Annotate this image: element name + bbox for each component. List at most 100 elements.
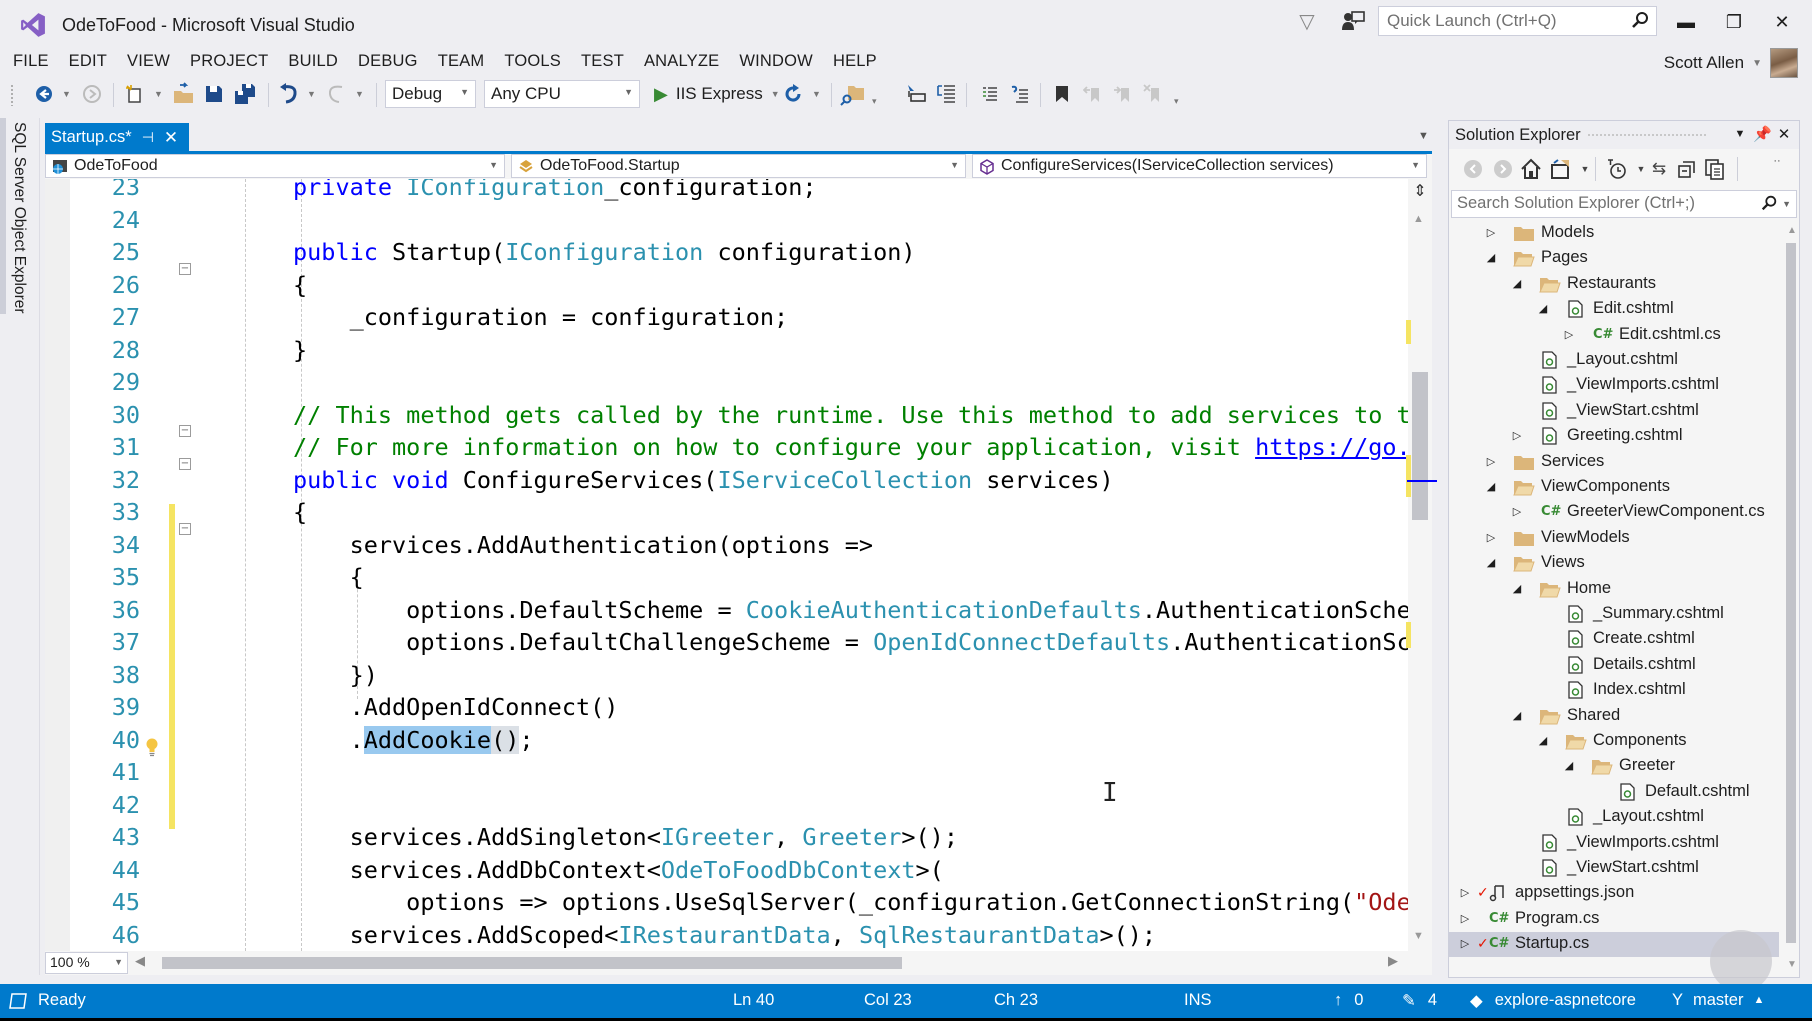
chevron-down-icon[interactable]: ▼ xyxy=(1573,157,1597,181)
toolbar-overflow-icon[interactable]: ▾ xyxy=(1174,88,1179,114)
code-token[interactable]: https://go. xyxy=(1255,433,1408,461)
solution-configuration-select[interactable]: Debug ▼ xyxy=(385,80,476,108)
expand-node-icon[interactable]: ▷ xyxy=(1511,429,1523,443)
save-icon[interactable] xyxy=(204,81,224,107)
code-line[interactable]: 31 // For more information on how to conf… xyxy=(45,431,1408,464)
code-line[interactable]: 27 _configuration = configuration; xyxy=(45,301,1408,334)
browser-refresh-icon[interactable] xyxy=(782,81,804,107)
tree-item[interactable]: ◢ Greeter xyxy=(1449,754,1779,779)
collapse-node-icon[interactable]: ◢ xyxy=(1485,251,1497,265)
window-position-dropdown-icon[interactable]: ▼ xyxy=(1731,128,1749,148)
tree-item[interactable]: ◢ Restaurants xyxy=(1449,272,1779,297)
chevron-down-icon[interactable]: ▼ xyxy=(307,81,316,107)
tree-item[interactable]: ◢ Components xyxy=(1449,729,1779,754)
expand-node-icon[interactable]: ▷ xyxy=(1485,455,1497,469)
lightbulb-icon[interactable] xyxy=(145,737,159,757)
zoom-level-select[interactable]: 100 % ▼ xyxy=(45,952,128,974)
collapse-region-icon[interactable]: − xyxy=(179,458,191,470)
code-line[interactable]: 43 services.AddSingleton<IGreeter, Greet… xyxy=(45,821,1408,854)
tree-item[interactable]: Default.cshtml xyxy=(1449,780,1779,805)
collapse-node-icon[interactable]: ◢ xyxy=(1537,302,1549,316)
feedback-icon[interactable] xyxy=(1340,10,1366,34)
minimize-button[interactable]: ▬ xyxy=(1668,8,1704,36)
code-line[interactable]: 39 .AddOpenIdConnect() xyxy=(45,691,1408,724)
bookmark-icon[interactable] xyxy=(1053,81,1071,107)
code-line[interactable]: 28} xyxy=(45,334,1408,367)
toolbar-overflow-icon[interactable]: ▾ xyxy=(872,88,877,114)
menu-project[interactable]: PROJECT xyxy=(180,52,278,71)
navigate-forward-icon[interactable] xyxy=(82,81,102,107)
code-line[interactable]: 45 options => options.UseSqlServer(_conf… xyxy=(45,886,1408,919)
chevron-down-icon[interactable]: ▼ xyxy=(1782,199,1791,209)
outline-icon[interactable] xyxy=(935,81,957,107)
toolbar-grip[interactable] xyxy=(10,84,14,106)
chevron-down-icon[interactable]: ▼ xyxy=(62,81,71,107)
menu-window[interactable]: WINDOW xyxy=(729,52,823,71)
tree-item[interactable]: Index.cshtml xyxy=(1449,678,1779,703)
code-editor[interactable]: 23 private IConfiguration_configuration; 2… xyxy=(45,179,1408,951)
home-icon[interactable] xyxy=(1519,157,1543,181)
close-tab-icon[interactable]: ✕ xyxy=(164,128,178,148)
output-window-icon[interactable] xyxy=(8,992,28,1010)
menu-view[interactable]: VIEW xyxy=(117,52,180,71)
menu-build[interactable]: BUILD xyxy=(278,52,348,71)
tree-item[interactable]: ◢ Edit.cshtml xyxy=(1449,297,1779,322)
tab-overflow-dropdown-icon[interactable]: ▼ xyxy=(1418,130,1429,142)
horizontal-scroll-thumb[interactable] xyxy=(162,957,902,969)
switch-views-icon[interactable] xyxy=(1549,157,1573,181)
step-into-specific-icon[interactable] xyxy=(905,81,927,107)
uncomment-lines-icon[interactable] xyxy=(1010,81,1030,107)
tab-startup-cs[interactable]: Startup.cs* ⊣ ✕ xyxy=(45,123,189,152)
menu-edit[interactable]: EDIT xyxy=(59,52,117,71)
tree-item[interactable]: ▷ Models xyxy=(1449,221,1779,246)
solution-explorer-search-input[interactable]: Search Solution Explorer (Ctrl+;) ▼ xyxy=(1451,190,1797,218)
tree-item[interactable]: ▷ Greeting.cshtml xyxy=(1449,424,1779,449)
tree-item[interactable]: _Summary.cshtml xyxy=(1449,602,1779,627)
expand-node-icon[interactable]: ▷ xyxy=(1459,937,1471,951)
tree-item[interactable]: _ViewStart.cshtml xyxy=(1449,399,1779,424)
editor-vertical-scrollbar[interactable] xyxy=(1408,179,1432,951)
open-file-icon[interactable] xyxy=(172,81,196,107)
tree-item[interactable]: _Layout.cshtml xyxy=(1449,348,1779,373)
collapse-node-icon[interactable]: ◢ xyxy=(1511,709,1523,723)
restore-button[interactable]: ❐ xyxy=(1716,8,1752,36)
collapse-all-icon[interactable] xyxy=(1675,157,1699,181)
tree-item[interactable]: ◢ Home xyxy=(1449,577,1779,602)
collapse-region-icon[interactable]: − xyxy=(179,263,191,275)
tree-item[interactable]: _Layout.cshtml xyxy=(1449,805,1779,830)
code-line[interactable]: 30 // This method gets called by the runt… xyxy=(45,399,1408,432)
menu-team[interactable]: TEAM xyxy=(428,52,495,71)
code-line[interactable]: 33 { xyxy=(45,496,1408,529)
tree-item[interactable]: ◢ Views xyxy=(1449,551,1779,576)
split-editor-icon[interactable]: ⇕ xyxy=(1408,179,1432,205)
collapse-node-icon[interactable]: ◢ xyxy=(1511,277,1523,291)
code-line[interactable]: 38 }) xyxy=(45,659,1408,692)
tree-item[interactable]: ◢ Shared xyxy=(1449,704,1779,729)
scroll-down-icon[interactable]: ▼ xyxy=(1413,930,1424,942)
tree-item[interactable]: ▷ ViewModels xyxy=(1449,526,1779,551)
pending-changes-button[interactable]: ✎ 4 xyxy=(1402,991,1437,1011)
menu-analyze[interactable]: ANALYZE xyxy=(634,52,729,71)
code-line[interactable]: 42 xyxy=(45,789,1408,822)
tree-item[interactable]: _ViewStart.cshtml xyxy=(1449,856,1779,881)
code-line[interactable]: 36 options.DefaultScheme = CookieAuthent… xyxy=(45,594,1408,627)
scroll-up-icon[interactable]: ▲ xyxy=(1787,225,1797,236)
scroll-right-icon[interactable]: ▶ xyxy=(1388,953,1398,969)
find-in-files-icon[interactable] xyxy=(840,81,866,107)
menu-tools[interactable]: TOOLS xyxy=(494,52,571,71)
expand-node-icon[interactable]: ▷ xyxy=(1485,226,1497,240)
expand-node-icon[interactable]: ▷ xyxy=(1459,886,1471,900)
new-project-icon[interactable] xyxy=(124,81,146,107)
collapse-region-icon[interactable]: − xyxy=(179,523,191,535)
code-line[interactable]: 40 .AddCookie(); xyxy=(45,724,1408,757)
collapse-node-icon[interactable]: ◢ xyxy=(1485,556,1497,570)
code-line[interactable]: 32 public void ConfigureServices(IService… xyxy=(45,464,1408,497)
tree-item[interactable]: ▷ ✓ appsettings.json xyxy=(1449,881,1779,906)
account-menu[interactable]: Scott Allen ▼ xyxy=(1664,48,1798,78)
collapse-node-icon[interactable]: ◢ xyxy=(1563,759,1575,773)
vertical-scroll-thumb[interactable] xyxy=(1412,372,1428,520)
auto-hide-pin-icon[interactable]: 📌 xyxy=(1753,125,1772,145)
comment-lines-icon[interactable] xyxy=(980,81,1000,107)
tree-item[interactable]: Create.cshtml xyxy=(1449,627,1779,652)
type-dropdown[interactable]: OdeToFood.Startup ▼ xyxy=(511,154,966,178)
